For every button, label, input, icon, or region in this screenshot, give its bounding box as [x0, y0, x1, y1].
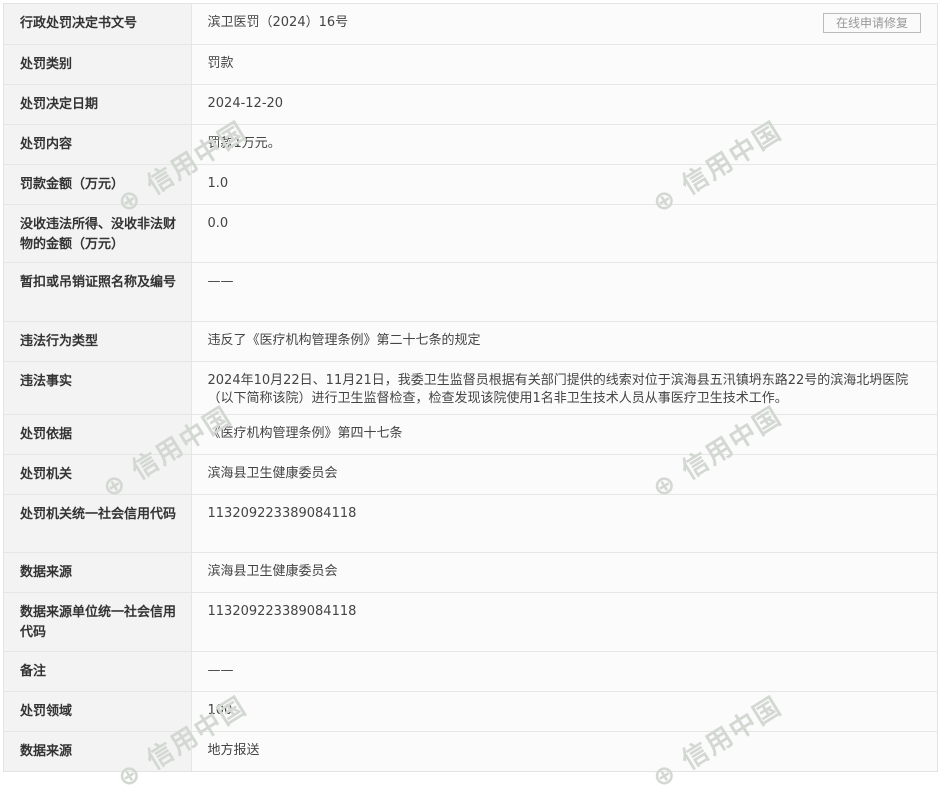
row-value: 违反了《医疗机构管理条例》第二十七条的规定	[191, 321, 937, 362]
row-value: 滨卫医罚（2024）16号	[207, 15, 349, 30]
table-row: 违法行为类型 违反了《医疗机构管理条例》第二十七条的规定	[4, 321, 937, 362]
table-row: 处罚依据 《医疗机构管理条例》第四十七条	[4, 414, 937, 455]
table-row: 处罚内容 罚款1万元。	[4, 124, 937, 165]
table-row: 备注 ——	[4, 651, 937, 692]
row-label: 数据来源	[4, 552, 192, 593]
row-value: 滨海县卫生健康委员会	[191, 552, 937, 593]
row-value: 0.0	[191, 204, 937, 263]
row-label: 暂扣或吊销证照名称及编号	[4, 262, 192, 322]
row-value: 100	[191, 691, 937, 732]
row-value: 113209223389084118	[191, 592, 937, 652]
table-row: 数据来源单位统一社会信用代码 113209223389084118	[4, 592, 937, 652]
row-value: 罚款	[191, 44, 937, 85]
row-label: 数据来源单位统一社会信用代码	[4, 592, 192, 652]
row-value: 2024-12-20	[191, 84, 937, 125]
row-value: ——	[191, 262, 937, 322]
table-row: 违法事实 2024年10月22日、11月21日，我委卫生监督员根据有关部门提供的…	[4, 361, 937, 415]
row-value: 2024年10月22日、11月21日，我委卫生监督员根据有关部门提供的线索对位于…	[191, 361, 937, 415]
table-row: 处罚机关统一社会信用代码 113209223389084118	[4, 494, 937, 553]
table-row: 处罚机关 滨海县卫生健康委员会	[4, 454, 937, 495]
row-value: 地方报送	[207, 742, 260, 758]
row-label: 没收违法所得、没收非法财物的金额（万元）	[4, 204, 192, 263]
row-label: 行政处罚决定书文号	[4, 4, 192, 45]
row-label: 处罚类别	[4, 44, 192, 85]
table-row: 行政处罚决定书文号 滨卫医罚（2024）16号 在线申请修复	[4, 4, 937, 45]
row-value: 1.0	[191, 164, 937, 205]
table-row: 处罚类别 罚款	[4, 44, 937, 85]
table-row: 处罚决定日期 2024-12-20	[4, 84, 937, 125]
row-label: 处罚决定日期	[4, 84, 192, 125]
row-value: 罚款1万元。	[191, 124, 937, 165]
table-row: 没收违法所得、没收非法财物的金额（万元） 0.0	[4, 204, 937, 263]
row-label: 违法事实	[4, 361, 192, 415]
table-row: 数据来源 地方报送	[4, 731, 937, 771]
row-label: 处罚内容	[4, 124, 192, 165]
table-row: 数据来源 滨海县卫生健康委员会	[4, 552, 937, 593]
penalty-detail-table: 行政处罚决定书文号 滨卫医罚（2024）16号 在线申请修复 处罚类别 罚款 处…	[4, 4, 937, 771]
row-label: 处罚依据	[4, 414, 192, 455]
table-row: 处罚领域 100	[4, 691, 937, 732]
row-value: ——	[191, 651, 937, 692]
table-row: 暂扣或吊销证照名称及编号 ——	[4, 262, 937, 322]
row-label: 数据来源	[4, 731, 192, 771]
row-value: 113209223389084118	[191, 494, 937, 553]
row-value: 滨海县卫生健康委员会	[191, 454, 937, 495]
table-row: 罚款金额（万元） 1.0	[4, 164, 937, 205]
row-label: 罚款金额（万元）	[4, 164, 192, 205]
row-label: 备注	[4, 651, 192, 692]
row-value-cell: 滨卫医罚（2024）16号 在线申请修复	[191, 4, 937, 45]
row-value: 《医疗机构管理条例》第四十七条	[191, 414, 937, 455]
row-label: 违法行为类型	[4, 321, 192, 362]
online-repair-button[interactable]: 在线申请修复	[822, 13, 921, 33]
row-label: 处罚机关	[4, 454, 192, 495]
row-label: 处罚机关统一社会信用代码	[4, 494, 192, 553]
penalty-detail-table-container: 行政处罚决定书文号 滨卫医罚（2024）16号 在线申请修复 处罚类别 罚款 处…	[3, 3, 938, 795]
row-label: 处罚领域	[4, 691, 192, 732]
